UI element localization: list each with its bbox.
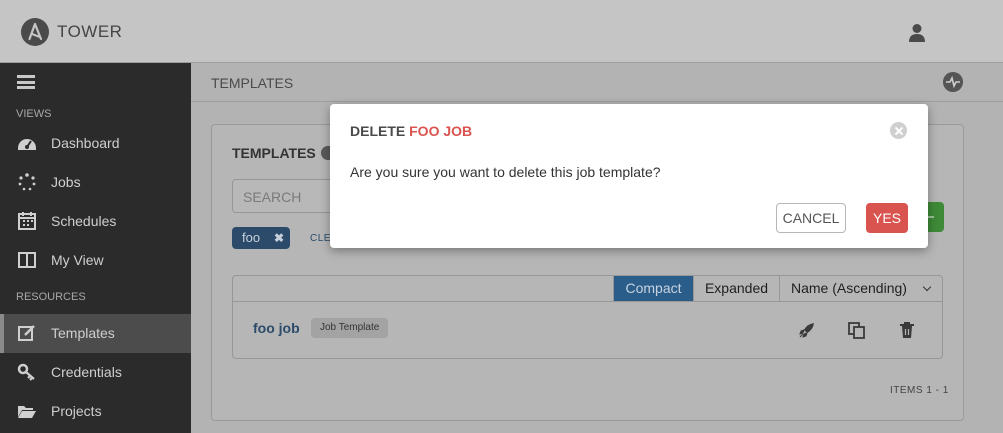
sort-label: Name (Ascending) [791,280,907,296]
ansible-logo-icon[interactable] [21,18,49,46]
delete-confirmation-modal: DELETE FOO JOB Are you sure you want to … [330,104,928,248]
edit-icon [18,325,35,341]
user-icon[interactable] [908,23,926,43]
top-navbar: TOWER [0,0,1003,63]
modal-title-prefix: DELETE [350,123,406,139]
sidebar: VIEWS Dashboard Jobs Schedules My View R… [0,63,191,433]
sidebar-item-label: Schedules [51,213,117,229]
key-icon [17,363,35,381]
columns-icon [18,252,36,268]
search-placeholder: SEARCH [243,189,302,205]
dashboard-icon [18,139,36,150]
sidebar-item-label: Jobs [51,174,81,190]
close-icon[interactable] [890,122,907,139]
section-views: VIEWS [16,108,52,120]
expanded-view-button[interactable]: Expanded [693,276,779,301]
list-item: foo job Job Template [233,302,942,358]
hamburger-icon[interactable] [17,75,35,89]
sidebar-item-label: My View [51,252,104,268]
sidebar-item-label: Credentials [51,364,122,380]
jobs-spinner-icon [18,173,36,191]
trash-icon[interactable] [897,320,917,340]
sidebar-item-my-view[interactable]: My View [0,241,191,280]
confirm-delete-button[interactable]: YES [866,203,908,233]
sidebar-item-projects[interactable]: Projects [0,392,191,431]
launch-icon[interactable] [797,320,817,340]
items-count: ITEMS 1 - 1 [890,385,949,396]
copy-icon[interactable] [847,320,867,340]
search-tag: foo ✖ [232,227,291,249]
sidebar-item-jobs[interactable]: Jobs [0,163,191,202]
templates-list: Compact Expanded Name (Ascending) foo jo… [232,275,943,359]
page-header: TEMPLATES [191,63,1003,102]
sidebar-item-label: Projects [51,403,102,419]
sidebar-item-templates[interactable]: Templates [0,314,191,353]
sort-select[interactable]: Name (Ascending) [779,276,942,301]
sidebar-item-schedules[interactable]: Schedules [0,202,191,241]
sidebar-item-dashboard[interactable]: Dashboard [0,124,191,163]
folder-icon [18,406,36,418]
sidebar-item-label: Templates [51,325,115,341]
clear-all-link[interactable]: CLE [310,233,331,244]
list-toolbar: Compact Expanded Name (Ascending) [233,276,942,302]
compact-view-button[interactable]: Compact [613,276,693,301]
tag-label: foo [242,230,261,245]
chevron-down-icon [922,282,932,292]
tag-remove-icon[interactable]: ✖ [274,227,284,249]
calendar-icon [18,212,36,230]
sidebar-item-label: Dashboard [51,135,120,151]
cancel-button[interactable]: CANCEL [776,203,846,233]
modal-title-name: FOO JOB [409,123,473,139]
modal-title: DELETE FOO JOB [350,123,472,139]
page-title: TEMPLATES [211,75,294,91]
template-type-badge: Job Template [311,318,389,338]
template-name-link[interactable]: foo job [253,320,300,336]
activity-stream-icon[interactable] [943,72,963,92]
modal-message: Are you sure you want to delete this job… [350,164,661,180]
section-resources: RESOURCES [16,291,86,303]
panel-title: TEMPLATES [232,145,316,161]
brand-name[interactable]: TOWER [57,22,122,42]
sidebar-item-credentials[interactable]: Credentials [0,353,191,392]
